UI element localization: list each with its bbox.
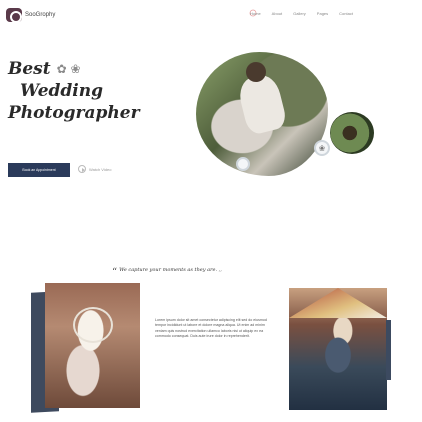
quote-mark: “: [112, 267, 118, 278]
floral-ring-icon: ❀: [314, 140, 330, 156]
nav-item-contact[interactable]: Contact: [339, 11, 353, 16]
book-appointment-button[interactable]: Book an Appointment: [8, 163, 70, 177]
nav-item-home[interactable]: Home: [250, 11, 261, 16]
hero-title-line3: Photographer: [8, 103, 140, 123]
hero-title-line2: Wedding: [20, 81, 103, 101]
floral-ring-icon: ✿ ❀: [56, 62, 81, 76]
hero-detail-image: [330, 112, 374, 154]
watch-video-label: Watch Video: [89, 166, 112, 172]
quote-text: We capture your moments as they are. ,,: [119, 267, 222, 273]
main-nav: Home About Gallery Pages Contact: [250, 11, 353, 16]
nav-item-pages[interactable]: Pages: [317, 11, 328, 16]
gallery-accent-bar: [386, 320, 391, 380]
tagline-quote: “We capture your moments as they are. ,,: [112, 267, 222, 278]
play-icon: [78, 165, 86, 173]
gallery-image-couple[interactable]: [289, 288, 387, 410]
nav-item-gallery[interactable]: Gallery: [293, 11, 306, 16]
hero-title-line1: Best: [8, 59, 51, 79]
nav-item-about[interactable]: About: [272, 11, 282, 16]
logo[interactable]: SooGrophy: [6, 8, 56, 23]
gallery-image-rings[interactable]: [45, 283, 140, 408]
hero-title: Best ✿ ❀ Wedding Photographer: [8, 58, 140, 124]
site-header: SooGrophy Home About Gallery Pages Conta…: [0, 0, 422, 34]
watch-video-link[interactable]: Watch Video: [78, 165, 111, 173]
gallery-description: Lorem ipsum dolor sit amet consectetur a…: [155, 318, 267, 339]
brand-name: SooGrophy: [25, 12, 56, 18]
camera-lens-icon: [6, 8, 22, 23]
floral-ring-icon: [236, 157, 250, 171]
hero-couple-image: [196, 52, 328, 176]
